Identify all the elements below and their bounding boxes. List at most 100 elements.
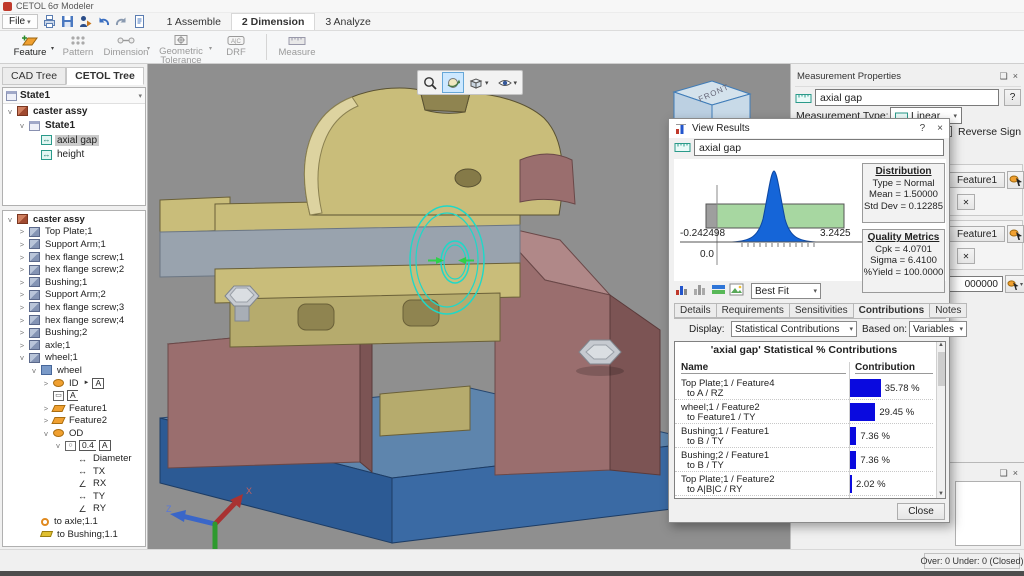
pick-feature-button-2[interactable] — [1007, 225, 1024, 243]
close-panel-icon[interactable]: × — [1013, 71, 1018, 82]
measure-button[interactable]: Measure — [273, 31, 321, 63]
float-panel-icon[interactable]: ❑ — [1000, 71, 1008, 82]
expand-icon[interactable]: > — [18, 240, 26, 249]
dialog-tab-contributions[interactable]: Contributions — [854, 303, 931, 318]
tree-item[interactable]: vcaster assy — [3, 104, 145, 119]
close-button[interactable]: Close — [897, 503, 945, 520]
save-icon[interactable] — [60, 14, 75, 29]
pick-value-button[interactable]: ▾ — [1005, 275, 1024, 293]
feature-ref-button-1[interactable]: Feature1 — [949, 172, 1005, 188]
report-icon[interactable] — [132, 14, 147, 29]
dialog-tab-notes[interactable]: Notes — [930, 303, 967, 318]
help-button[interactable]: ? — [1004, 89, 1021, 106]
float-panel-icon[interactable]: ❑ — [1000, 468, 1008, 479]
dialog-help-icon[interactable]: ? — [920, 123, 926, 134]
tree-item[interactable]: >Bushing;2 — [3, 326, 145, 339]
tree-item[interactable]: vOD — [3, 427, 145, 440]
tab-cad-tree[interactable]: CAD Tree — [2, 67, 66, 85]
display-select[interactable]: Statistical Contributions▾ — [731, 321, 857, 337]
tree-item[interactable]: >hex flange screw;1 — [3, 251, 145, 264]
tree-item[interactable]: >ID►A — [3, 377, 145, 390]
tree-item[interactable]: ▭A — [3, 389, 145, 402]
expand-icon[interactable]: > — [18, 328, 26, 337]
collapse-icon[interactable]: v — [18, 353, 26, 362]
dialog-tab-details[interactable]: Details — [674, 303, 717, 318]
clear-feature-button-2[interactable]: ✕ — [957, 248, 975, 264]
tree-item[interactable]: ∠RX — [3, 477, 145, 490]
redo-icon[interactable] — [114, 14, 129, 29]
limit-bands-icon[interactable] — [711, 283, 726, 299]
tree-item[interactable]: ↔height — [3, 148, 145, 163]
tree-item[interactable]: >Bushing;1 — [3, 276, 145, 289]
tree-item[interactable]: to axle;1.1 — [3, 515, 145, 528]
file-menu-button[interactable]: File ▾ — [2, 14, 38, 29]
expand-icon[interactable]: > — [18, 227, 26, 236]
feature-ref-button-2[interactable]: Feature1 — [949, 226, 1005, 242]
tree-item[interactable]: ↔axial gap — [3, 133, 145, 148]
dimension-button[interactable]: Dimension▾ — [102, 31, 150, 63]
tab-cetol-tree[interactable]: CETOL Tree — [66, 67, 144, 85]
tree-item[interactable]: >Support Arm;1 — [3, 238, 145, 251]
ribbon-tab-3-analyze[interactable]: 3 Analyze — [315, 13, 381, 30]
geometric-tolerance-button[interactable]: Geometric Tolerance▾ — [150, 31, 212, 63]
table-scrollbar[interactable]: ▲▼ — [936, 342, 945, 498]
collapse-icon[interactable]: v — [18, 121, 26, 130]
tree-item[interactable]: >hex flange screw;3 — [3, 301, 145, 314]
print-icon[interactable] — [42, 14, 57, 29]
dialog-tab-requirements[interactable]: Requirements — [717, 303, 790, 318]
standard-views-button[interactable]: ▾ — [465, 72, 493, 93]
state-selector[interactable]: State1 ▾ — [3, 88, 145, 104]
image-export-icon[interactable] — [729, 283, 744, 299]
expand-icon[interactable]: > — [18, 303, 26, 312]
expand-icon[interactable]: > — [18, 316, 26, 325]
tree-item[interactable]: vcaster assy — [3, 213, 145, 226]
table-row[interactable]: wheel;1 / Feature2to Feature1 / TY29.45 … — [675, 400, 933, 424]
dialog-tab-sensitivities[interactable]: Sensitivities — [790, 303, 854, 318]
tree-item[interactable]: ↔TY — [3, 490, 145, 503]
expand-icon[interactable]: > — [18, 278, 26, 287]
tree-item[interactable]: >Feature1 — [3, 402, 145, 415]
tree-item[interactable]: ∠RY — [3, 503, 145, 516]
feature-button[interactable]: Feature▾ — [6, 31, 54, 63]
based-on-select[interactable]: Variables▾ — [909, 321, 967, 337]
table-row[interactable]: Top Plate;1 / Feature2to A|B|C / RY2.02 … — [675, 472, 933, 496]
expand-icon[interactable]: > — [18, 253, 26, 262]
expand-icon[interactable]: > — [42, 404, 50, 413]
tree-item[interactable]: >hex flange screw;4 — [3, 314, 145, 327]
undo-icon[interactable] — [96, 14, 111, 29]
orbit-button[interactable] — [442, 72, 464, 93]
collapse-icon[interactable]: v — [54, 441, 62, 450]
collapse-icon[interactable]: v — [6, 107, 14, 116]
table-row[interactable]: Top Plate;1 / Feature4to A / RZ35.78 % — [675, 376, 933, 400]
measurement-name-input[interactable]: axial gap — [815, 89, 999, 106]
tree-item[interactable]: >Top Plate;1 — [3, 226, 145, 239]
tree-item[interactable]: >axle;1 — [3, 339, 145, 352]
pattern-button[interactable]: Pattern — [54, 31, 102, 63]
expand-icon[interactable]: > — [42, 416, 50, 425]
dialog-close-icon[interactable]: × — [937, 123, 943, 134]
tree-item[interactable]: >hex flange screw;2 — [3, 263, 145, 276]
visibility-button[interactable]: ▾ — [494, 72, 522, 93]
drf-button[interactable]: A|CDRF — [212, 31, 260, 63]
zoom-button[interactable] — [419, 72, 441, 93]
distribution-plot-icon[interactable] — [675, 283, 690, 299]
collapse-icon[interactable]: v — [42, 429, 50, 438]
ribbon-tab-2-dimension[interactable]: 2 Dimension — [231, 13, 315, 30]
dialog-title-bar[interactable]: View Results ?× — [669, 119, 949, 138]
tree-item[interactable]: to Bushing;1.1 — [3, 528, 145, 541]
expand-icon[interactable]: > — [18, 265, 26, 274]
tree-item[interactable]: vwheel — [3, 364, 145, 377]
collapse-icon[interactable]: v — [6, 215, 14, 224]
close-panel-icon[interactable]: × — [1013, 468, 1018, 479]
import-icon[interactable] — [78, 14, 93, 29]
tree-item[interactable]: ↔Diameter — [3, 452, 145, 465]
fit-selector[interactable]: Best Fit▾ — [751, 283, 821, 299]
tree-item[interactable]: v○0.4A — [3, 440, 145, 453]
expand-icon[interactable]: > — [18, 341, 26, 350]
pick-feature-button-1[interactable] — [1007, 171, 1024, 189]
table-row[interactable]: Bushing;2 / Feature1to B / TY7.36 % — [675, 448, 933, 472]
dialog-measurement-name-input[interactable]: axial gap — [694, 139, 944, 156]
tree-item[interactable]: ↔TX — [3, 465, 145, 478]
ribbon-tab-1-assemble[interactable]: 1 Assemble — [157, 13, 231, 30]
expand-icon[interactable]: > — [18, 290, 26, 299]
